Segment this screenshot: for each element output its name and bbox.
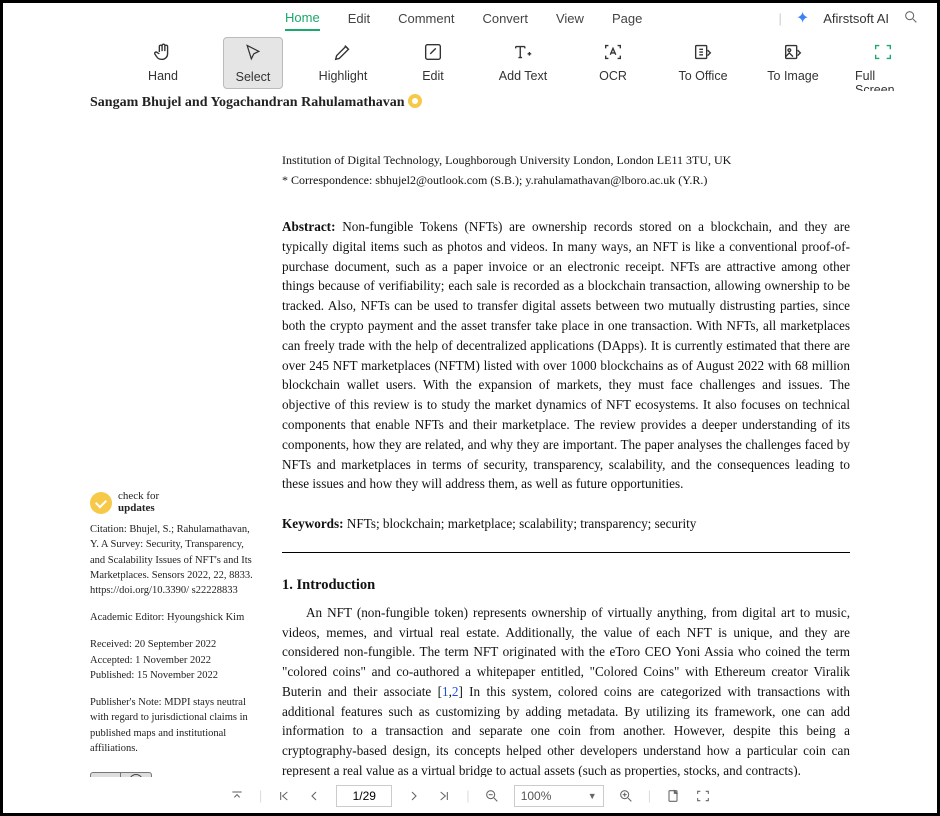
tab-comment[interactable]: Comment (398, 7, 454, 30)
scroll-top-button[interactable] (229, 788, 245, 804)
ai-sparkle-icon: ✦ (796, 8, 809, 28)
tab-page[interactable]: Page (612, 7, 642, 30)
keywords-label: Keywords: (282, 516, 344, 531)
zoom-out-button[interactable] (484, 788, 500, 804)
article-main: Institution of Digital Technology, Lough… (282, 151, 850, 777)
keywords-body: NFTs; blockchain; marketplace; scalabili… (347, 516, 697, 531)
tab-convert[interactable]: Convert (482, 7, 528, 30)
highlight-icon (332, 41, 354, 63)
section-rule (282, 552, 850, 553)
affiliation: Institution of Digital Technology, Lough… (282, 151, 850, 169)
tool-select[interactable]: Select (223, 37, 283, 89)
first-page-button[interactable] (276, 788, 292, 804)
fit-page-button[interactable] (665, 788, 681, 804)
edit-icon (422, 41, 444, 63)
tool-label: Select (236, 70, 271, 84)
dates-block: Received: 20 September 2022 Accepted: 1 … (90, 637, 260, 683)
pdf-page: Sangam Bhujel and Yogachandran Rahulamat… (70, 91, 870, 777)
zoom-value: 100% (521, 789, 552, 803)
tool-label: To Image (767, 69, 818, 83)
ai-label[interactable]: Afirstsoft AI (823, 11, 889, 26)
document-viewport[interactable]: Sangam Bhujel and Yogachandran Rahulamat… (6, 91, 934, 777)
chevron-down-icon: ▼ (588, 791, 597, 801)
prev-page-button[interactable] (306, 788, 322, 804)
to-image-icon (782, 41, 804, 63)
tool-to-office[interactable]: To Office (673, 37, 733, 87)
check-icon (90, 492, 112, 514)
abstract-label: Abstract: (282, 219, 335, 234)
keywords: Keywords: NFTs; blockchain; marketplace;… (282, 514, 850, 534)
citation-block: Citation: Bhujel, S.; Rahulamathavan, Y.… (90, 522, 260, 598)
check-updates-badge[interactable]: check for updates (90, 491, 260, 514)
accepted: Accepted: 1 November 2022 (90, 653, 260, 668)
authors-text: Sangam Bhujel and Yogachandran Rahulamat… (90, 95, 405, 110)
tab-view[interactable]: View (556, 7, 584, 30)
tool-label: OCR (599, 69, 627, 83)
next-page-button[interactable] (406, 788, 422, 804)
correspondence: * Correspondence: sbhujel2@outlook.com (… (282, 171, 850, 189)
menu-right: | ✦ Afirstsoft AI (778, 3, 919, 33)
intro-para-1: An NFT (non-fungible token) represents o… (282, 603, 850, 777)
received: Received: 20 September 2022 (90, 637, 260, 652)
editor-block: Academic Editor: Hyoungshick Kim (90, 610, 260, 625)
tool-label: Highlight (319, 69, 368, 83)
fullscreen-icon (872, 41, 894, 63)
cursor-icon (243, 42, 263, 64)
abstract-body: Non-fungible Tokens (NFTs) are ownership… (282, 219, 850, 491)
tool-label: To Office (678, 69, 727, 83)
toolbar: Hand Select Highlight Edit Add Text OCR … (3, 33, 937, 91)
last-page-button[interactable] (436, 788, 452, 804)
hand-icon (152, 41, 174, 63)
ocr-icon (602, 41, 624, 63)
tool-label: Edit (422, 69, 444, 83)
check-top: check for (118, 490, 159, 502)
add-text-icon (512, 41, 534, 63)
orcid-icon (408, 94, 422, 108)
tool-hand[interactable]: Hand (133, 37, 193, 87)
tab-home[interactable]: Home (285, 6, 320, 31)
ref-1-link[interactable]: 1 (442, 684, 449, 699)
zoom-select[interactable]: 100% ▼ (514, 785, 604, 807)
tool-ocr[interactable]: OCR (583, 37, 643, 87)
article-sidebar: check for updates Citation: Bhujel, S.; … (90, 151, 260, 777)
page-number-input[interactable] (336, 785, 392, 807)
pubnote-block: Publisher's Note: MDPI stays neutral wit… (90, 695, 260, 756)
tool-to-image[interactable]: To Image (763, 37, 823, 87)
fullscreen-view-button[interactable] (695, 788, 711, 804)
zoom-in-button[interactable] (618, 788, 634, 804)
check-bottom: updates (118, 503, 159, 515)
published: Published: 15 November 2022 (90, 668, 260, 683)
authors-line: Sangam Bhujel and Yogachandran Rahulamat… (90, 91, 850, 117)
menu-tabs: Home Edit Comment Convert View Page | ✦ … (3, 3, 937, 33)
abstract: Abstract: Non-fungible Tokens (NFTs) are… (282, 217, 850, 494)
tool-edit[interactable]: Edit (403, 37, 463, 87)
tab-edit[interactable]: Edit (348, 7, 370, 30)
to-office-icon (692, 41, 714, 63)
tool-highlight[interactable]: Highlight (313, 37, 373, 87)
tool-label: Hand (148, 69, 178, 83)
bottom-bar: | | 100% ▼ | (6, 777, 934, 813)
section-heading: 1. Introduction (282, 575, 850, 597)
separator: | (778, 11, 781, 26)
tool-add-text[interactable]: Add Text (493, 37, 553, 87)
check-text: check for updates (118, 491, 159, 514)
tool-label: Add Text (499, 69, 547, 83)
search-icon[interactable] (903, 9, 919, 28)
